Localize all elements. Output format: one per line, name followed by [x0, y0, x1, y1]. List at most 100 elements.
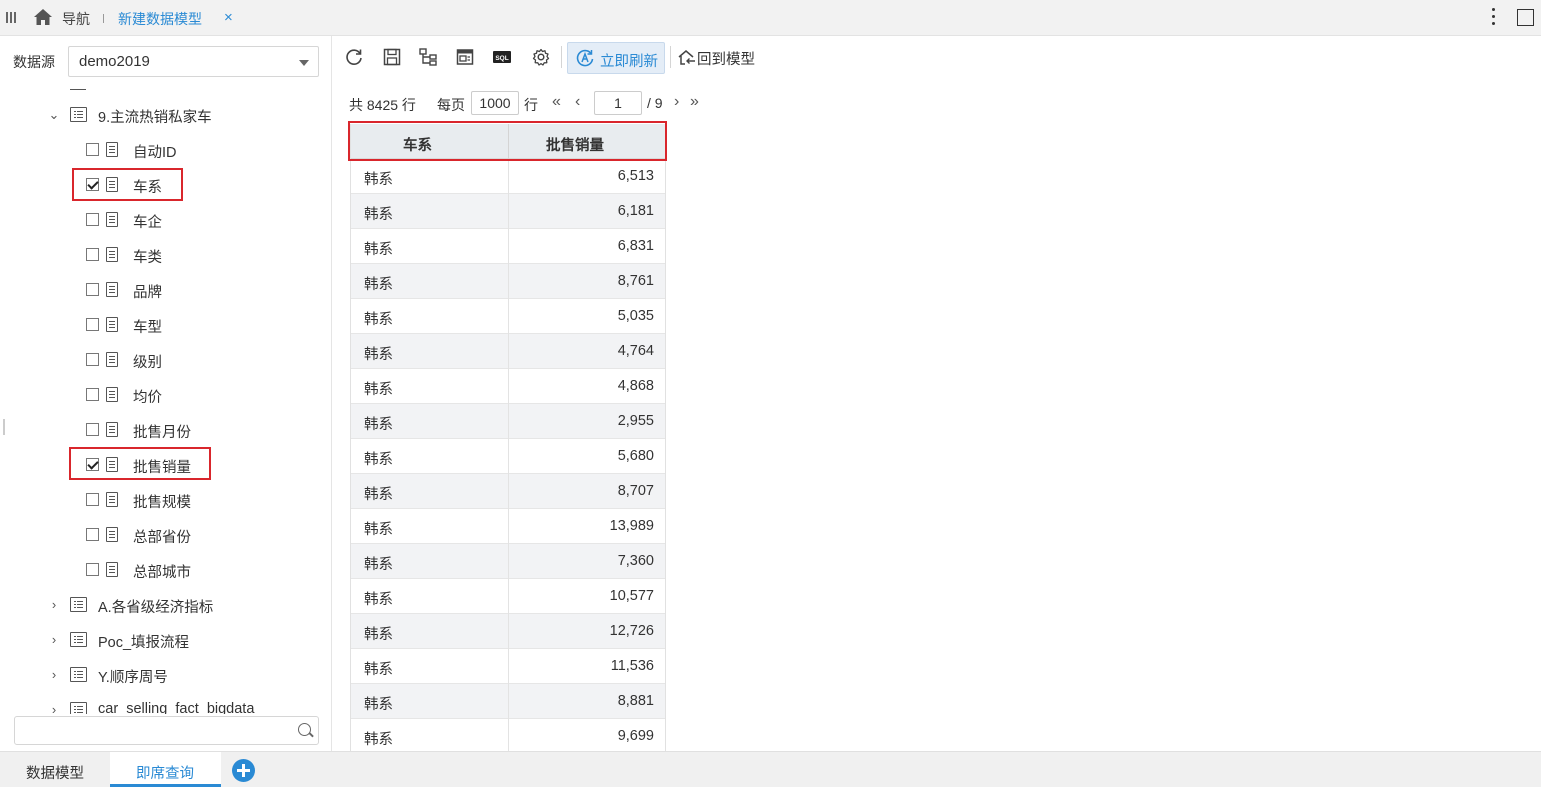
prev-page-icon[interactable]: ‹ [575, 93, 580, 111]
field-label: 总部省份 [133, 530, 191, 546]
tree-row-partial [70, 89, 86, 91]
first-page-icon[interactable]: « [552, 93, 561, 111]
field-icon [106, 492, 118, 507]
cell-series: 韩系 [364, 347, 393, 363]
cell-sales: 12,726 [609, 623, 654, 639]
column-divider [508, 194, 509, 229]
close-icon[interactable]: × [224, 9, 233, 27]
field-checkbox[interactable] [86, 423, 99, 436]
cell-series: 韩系 [364, 452, 393, 468]
datasource-select[interactable]: demo2019 [68, 46, 319, 77]
more-vertical-icon[interactable] [1490, 8, 1496, 28]
hierarchy-icon[interactable] [418, 47, 438, 67]
field-checkbox[interactable] [86, 563, 99, 576]
last-page-icon[interactable]: » [690, 93, 699, 111]
refresh-now-button[interactable]: 立即刷新 [567, 42, 665, 74]
cell-series: 韩系 [364, 242, 393, 258]
gear-icon[interactable] [531, 47, 551, 67]
tree-table-node[interactable]: › car_selling_fact_bigdata [0, 693, 331, 714]
layout-icon[interactable] [455, 47, 475, 67]
cell-sales: 5,035 [617, 308, 654, 324]
field-checkbox[interactable] [86, 318, 99, 331]
tree-table-node[interactable]: › A.各省级经济指标 [0, 588, 331, 623]
tree-field-row[interactable]: 均价 [0, 378, 331, 413]
tab-data-model[interactable]: 数据模型 [26, 762, 84, 783]
next-page-icon[interactable]: › [674, 93, 679, 111]
tree-field-row[interactable]: 总部城市 [0, 553, 331, 588]
per-page-label: 每页 [437, 97, 465, 113]
tree-field-row[interactable]: 车企 [0, 203, 331, 238]
tree-search-input[interactable] [14, 716, 319, 745]
field-icon [106, 422, 118, 437]
home-icon[interactable] [33, 8, 53, 26]
tree-field-row[interactable]: 自动ID [0, 133, 331, 168]
menu-icon[interactable] [6, 12, 16, 24]
tree-field-row[interactable]: 批售规模 [0, 483, 331, 518]
tree-table-label: Poc_填报流程 [98, 635, 190, 651]
field-checkbox[interactable] [86, 213, 99, 226]
nav-tab[interactable]: 导航 [62, 9, 90, 29]
tab-new-data-model[interactable]: 新建数据模型 [118, 9, 202, 29]
tab-ad-hoc-query[interactable]: 即席查询 [136, 762, 194, 783]
tree-field-row[interactable]: 车型 [0, 308, 331, 343]
tree-field-row[interactable]: 品牌 [0, 273, 331, 308]
page-number-input[interactable]: 1 [594, 91, 642, 115]
tree-field-row[interactable]: 批售月份 [0, 413, 331, 448]
table-row: 韩系 6,831 [351, 229, 665, 264]
field-checkbox[interactable] [86, 528, 99, 541]
field-label: 均价 [133, 390, 162, 406]
table-row: 韩系 2,955 [351, 404, 665, 439]
per-page-input[interactable]: 1000 [471, 91, 519, 115]
bottom-tab-bar: 数据模型 即席查询 [0, 751, 1541, 787]
tree-table-label: Y.顺序周号 [98, 670, 168, 686]
toolbar: SQL 立即刷新 回到模型 [333, 36, 1541, 80]
page-total: / 9 [647, 95, 663, 111]
field-checkbox[interactable] [86, 493, 99, 506]
maximize-icon[interactable] [1517, 9, 1534, 26]
table-row: 韩系 6,181 [351, 194, 665, 229]
panel-splitter-handle[interactable] [3, 419, 5, 435]
tree-table-node[interactable]: › Y.顺序周号 [0, 658, 331, 693]
field-label: 批售月份 [133, 425, 191, 441]
chevron-right-icon[interactable]: › [48, 633, 60, 647]
cell-series: 韩系 [364, 277, 393, 293]
cell-sales: 2,955 [617, 413, 654, 429]
tree-field-row[interactable]: 级别 [0, 343, 331, 378]
chevron-right-icon[interactable]: › [48, 598, 60, 612]
row-unit-label: 行 [524, 97, 538, 113]
refresh-icon[interactable] [344, 47, 364, 67]
table-row: 韩系 5,035 [351, 299, 665, 334]
tree-table-label: 9.主流热销私家车 [98, 110, 212, 126]
tree-table-node[interactable]: ⌄ 9.主流热销私家车 [0, 98, 331, 133]
field-label: 车企 [133, 215, 162, 231]
field-checkbox[interactable] [86, 248, 99, 261]
field-checkbox[interactable] [86, 283, 99, 296]
left-panel: 数据源 demo2019 ⌄ 9.主流热销私家车 自动ID 车系 车企 车类 品牌 车型级… [0, 36, 332, 751]
search-icon[interactable] [298, 723, 311, 736]
total-rows: 共 8425 行 [349, 97, 416, 113]
header-highlight-box [348, 121, 667, 161]
cell-series: 韩系 [364, 207, 393, 223]
tree-table-node[interactable]: › Poc_填报流程 [0, 623, 331, 658]
field-highlight-box [72, 168, 183, 201]
chevron-down-icon[interactable]: ⌄ [48, 108, 60, 122]
tree-field-row[interactable]: 车类 [0, 238, 331, 273]
column-divider [508, 579, 509, 614]
cell-sales: 10,577 [609, 588, 654, 604]
table-row: 韩系 12,726 [351, 614, 665, 649]
column-divider [508, 614, 509, 649]
column-divider [508, 509, 509, 544]
table-icon [70, 632, 87, 647]
chevron-right-icon[interactable]: › [48, 703, 60, 715]
table-row: 韩系 9,699 [351, 719, 665, 751]
add-tab-button[interactable] [232, 759, 255, 782]
refresh-now-label: 立即刷新 [600, 54, 658, 70]
sql-icon[interactable]: SQL [492, 47, 512, 67]
auto-refresh-icon [576, 49, 594, 67]
chevron-right-icon[interactable]: › [48, 668, 60, 682]
field-checkbox[interactable] [86, 353, 99, 366]
tree-field-row[interactable]: 总部省份 [0, 518, 331, 553]
save-icon[interactable] [382, 47, 402, 67]
field-checkbox[interactable] [86, 388, 99, 401]
field-checkbox[interactable] [86, 143, 99, 156]
